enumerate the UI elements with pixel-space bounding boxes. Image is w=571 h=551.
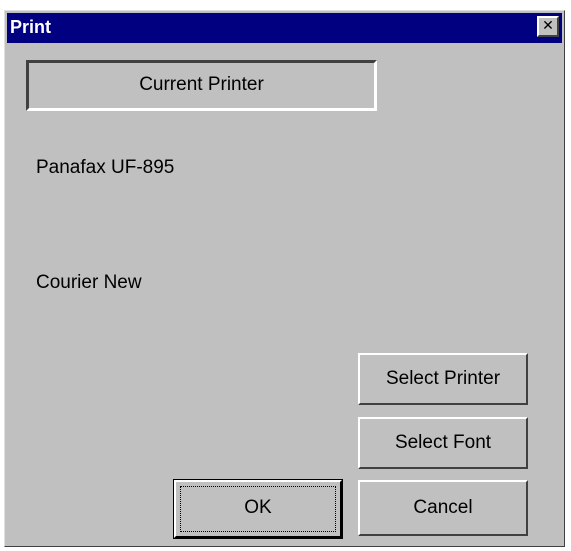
print-dialog: Print ✕ Current Printer Panafax UF-895 C… xyxy=(4,10,565,547)
title-bar[interactable]: Print ✕ xyxy=(7,13,562,43)
close-icon: ✕ xyxy=(542,18,554,34)
select-printer-button[interactable]: Select Printer xyxy=(358,353,528,405)
select-font-button[interactable]: Select Font xyxy=(358,417,528,469)
font-name: Courier New xyxy=(36,272,142,293)
current-printer-label: Current Printer xyxy=(26,60,377,111)
ok-button[interactable]: OK xyxy=(173,479,343,539)
window-title: Print xyxy=(10,17,52,37)
close-button[interactable]: ✕ xyxy=(537,16,559,37)
printer-name: Panafax UF-895 xyxy=(36,157,175,178)
focus-rectangle xyxy=(180,486,336,532)
cancel-button[interactable]: Cancel xyxy=(358,480,528,536)
